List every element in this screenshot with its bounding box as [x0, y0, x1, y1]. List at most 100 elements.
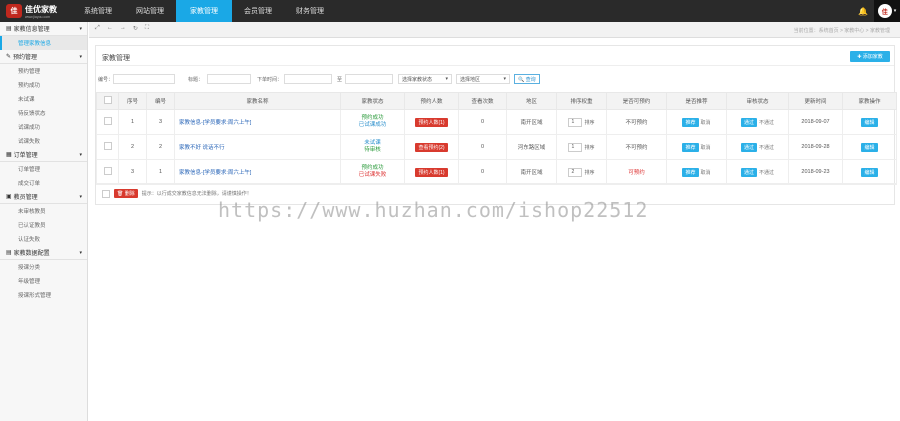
sidebar-item[interactable]: 未审核教员 — [0, 204, 87, 218]
refresh-icon[interactable]: ↻ — [133, 25, 138, 32]
sidebar-group-4[interactable]: ▤ 家教数据配置 ▾ — [0, 246, 87, 260]
row-seq: 3 — [118, 159, 147, 185]
nav-item-members[interactable]: 会员管理 — [232, 0, 284, 22]
row-seq: 2 — [118, 134, 147, 160]
approve-button[interactable]: 通过 — [740, 167, 757, 177]
reject-button[interactable]: 不通过 — [759, 144, 774, 151]
row-order-cell: 2 排序 — [556, 159, 607, 185]
order-input[interactable]: 1 — [568, 142, 583, 152]
row-checkbox[interactable] — [103, 117, 112, 125]
add-tutoring-button[interactable]: ✚ 添加家教 — [850, 51, 890, 62]
status-select[interactable]: 选择家教状态 ▾ — [398, 74, 452, 84]
expand-icon[interactable]: ⛶ — [145, 25, 149, 32]
bookable-status: 不可预约 — [625, 145, 648, 151]
row-name-link[interactable]: 家教不好 说话不行 — [179, 145, 225, 151]
sidebar-item[interactable]: 年级管理 — [0, 274, 87, 288]
sidebar-item[interactable]: 待反馈状态 — [0, 106, 87, 120]
nav-item-system[interactable]: 系统管理 — [72, 0, 124, 22]
search-button[interactable]: 🔍 查询 — [514, 74, 540, 84]
filter-bar: 编号： 标题： 下单时间： 至 选择家教状态 ▾ 选择地区 ▾ 🔍 查询 — [96, 73, 894, 85]
approve-button[interactable]: 通过 — [740, 117, 757, 127]
view-appointments-button[interactable]: 预约人数(1) — [415, 167, 448, 177]
cancel-recommend-button[interactable]: 取消 — [701, 119, 711, 126]
back-icon[interactable]: ← — [107, 25, 113, 32]
row-audit-cell: 通过 不通过 — [726, 159, 789, 185]
row-name-link[interactable]: 家教信息-[学员要求:周六上午] — [179, 120, 251, 126]
chevron-down-icon: ▾ — [79, 151, 82, 158]
tutoring-table: 序号 编号 家教名称 家教状态 预约人数 查看次数 地区 排序权重 是否可预约 … — [96, 92, 897, 185]
reject-button[interactable]: 不通过 — [759, 119, 774, 126]
sidebar-group-2[interactable]: ▦ 订单管理 ▾ — [0, 148, 87, 162]
sidebar-group-3[interactable]: ▣ 教员管理 ▾ — [0, 190, 87, 204]
order-button[interactable]: 排序 — [584, 169, 594, 176]
row-select[interactable] — [96, 134, 119, 160]
header-select-all[interactable] — [96, 92, 119, 110]
view-appointments-button[interactable]: 查看预约(2) — [415, 142, 448, 152]
order-button[interactable]: 排序 — [584, 119, 594, 126]
sidebar-item[interactable]: 预约成功 — [0, 78, 87, 92]
sidebar-item[interactable]: 试课失败 — [0, 134, 87, 148]
sidebar-item[interactable]: 未试课 — [0, 92, 87, 106]
order-button[interactable]: 排序 — [584, 144, 594, 151]
edit-button[interactable]: 编辑 — [861, 142, 878, 152]
nav-item-tutoring[interactable]: 家教管理 — [176, 0, 232, 22]
header-cell: 序号 — [118, 92, 147, 110]
sidebar-item[interactable]: 预约管理 — [0, 64, 87, 78]
sidebar-item[interactable]: 成交订单 — [0, 176, 87, 190]
sidebar-item[interactable]: 授课分类 — [0, 260, 87, 274]
id-input[interactable] — [113, 74, 175, 84]
header-cell: 家教状态 — [340, 92, 405, 110]
recommend-button[interactable]: 推荐 — [682, 117, 699, 127]
sidebar-group-1[interactable]: ✎ 预约管理 ▾ — [0, 50, 87, 64]
delete-button[interactable]: 🗑 删除 — [114, 189, 138, 198]
edit-button[interactable]: 编辑 — [861, 117, 878, 127]
recommend-button[interactable]: 推荐 — [682, 167, 699, 177]
start-date-input[interactable] — [284, 74, 332, 84]
area-select-value: 选择地区 — [460, 76, 481, 83]
header-cell: 家教名称 — [174, 92, 341, 110]
select-all-checkbox[interactable] — [103, 96, 112, 104]
area-select[interactable]: 选择地区 ▾ — [456, 74, 510, 84]
row-name-cell: 家教信息-[学员要求:周六上午] — [174, 109, 341, 135]
approve-button[interactable]: 通过 — [740, 142, 757, 152]
order-input[interactable]: 1 — [568, 117, 583, 127]
user-menu[interactable]: 佳 ▾ — [874, 0, 900, 22]
row-views: 0 — [458, 159, 507, 185]
row-name-link[interactable]: 家教信息-[学员要求:周六上午] — [179, 170, 251, 176]
bell-icon[interactable]: 🔔 — [852, 0, 874, 22]
end-date-input[interactable] — [345, 74, 393, 84]
sidebar-item[interactable]: 订单管理 — [0, 162, 87, 176]
reject-button[interactable]: 不通过 — [759, 169, 774, 176]
id-filter-label: 编号： — [98, 76, 114, 83]
row-id: 1 — [146, 159, 175, 185]
cancel-recommend-button[interactable]: 取消 — [701, 144, 711, 151]
logo-mark: 佳 — [6, 4, 22, 18]
fullscreen-toggle-icon[interactable]: ⤢ — [95, 25, 100, 32]
row-time: 2018-09-07 — [788, 109, 843, 135]
row-select[interactable] — [96, 159, 119, 185]
order-input[interactable]: 2 — [568, 167, 583, 177]
edit-button[interactable]: 编辑 — [861, 167, 878, 177]
table-row: 3 1 家教信息-[学员要求:周六上午] 预约成功 已试课失败 预约人数(1) 0 南开区域 2… — [96, 159, 897, 185]
logo[interactable]: 佳 佳优家教 www.jiayou.com — [6, 3, 57, 19]
sidebar-item[interactable]: 认证失败 — [0, 232, 87, 246]
footer-select-all-checkbox[interactable] — [102, 189, 110, 198]
cancel-recommend-button[interactable]: 取消 — [701, 169, 711, 176]
sidebar-group-0[interactable]: ▤ 家教信息管理 ▾ — [0, 22, 87, 36]
sidebar-item[interactable]: 已认证教员 — [0, 218, 87, 232]
title-input[interactable] — [207, 74, 251, 84]
sidebar-item[interactable]: 授课形式管理 — [0, 288, 87, 302]
nav-item-finance[interactable]: 财务管理 — [284, 0, 336, 22]
row-checkbox[interactable] — [103, 142, 112, 150]
forward-icon[interactable]: → — [120, 25, 126, 32]
status-select-value: 选择家教状态 — [402, 76, 433, 83]
nav-item-website[interactable]: 网站管理 — [124, 0, 176, 22]
sidebar-item[interactable]: 试课成功 — [0, 120, 87, 134]
row-area: 南开区域 — [506, 109, 557, 135]
view-appointments-button[interactable]: 预约人数(1) — [415, 117, 448, 127]
row-select[interactable] — [96, 109, 119, 135]
recommend-button[interactable]: 推荐 — [682, 142, 699, 152]
group-icon: ▣ — [6, 194, 12, 200]
sidebar-item[interactable]: 管理家教信息 — [0, 36, 87, 50]
row-checkbox[interactable] — [103, 167, 112, 175]
